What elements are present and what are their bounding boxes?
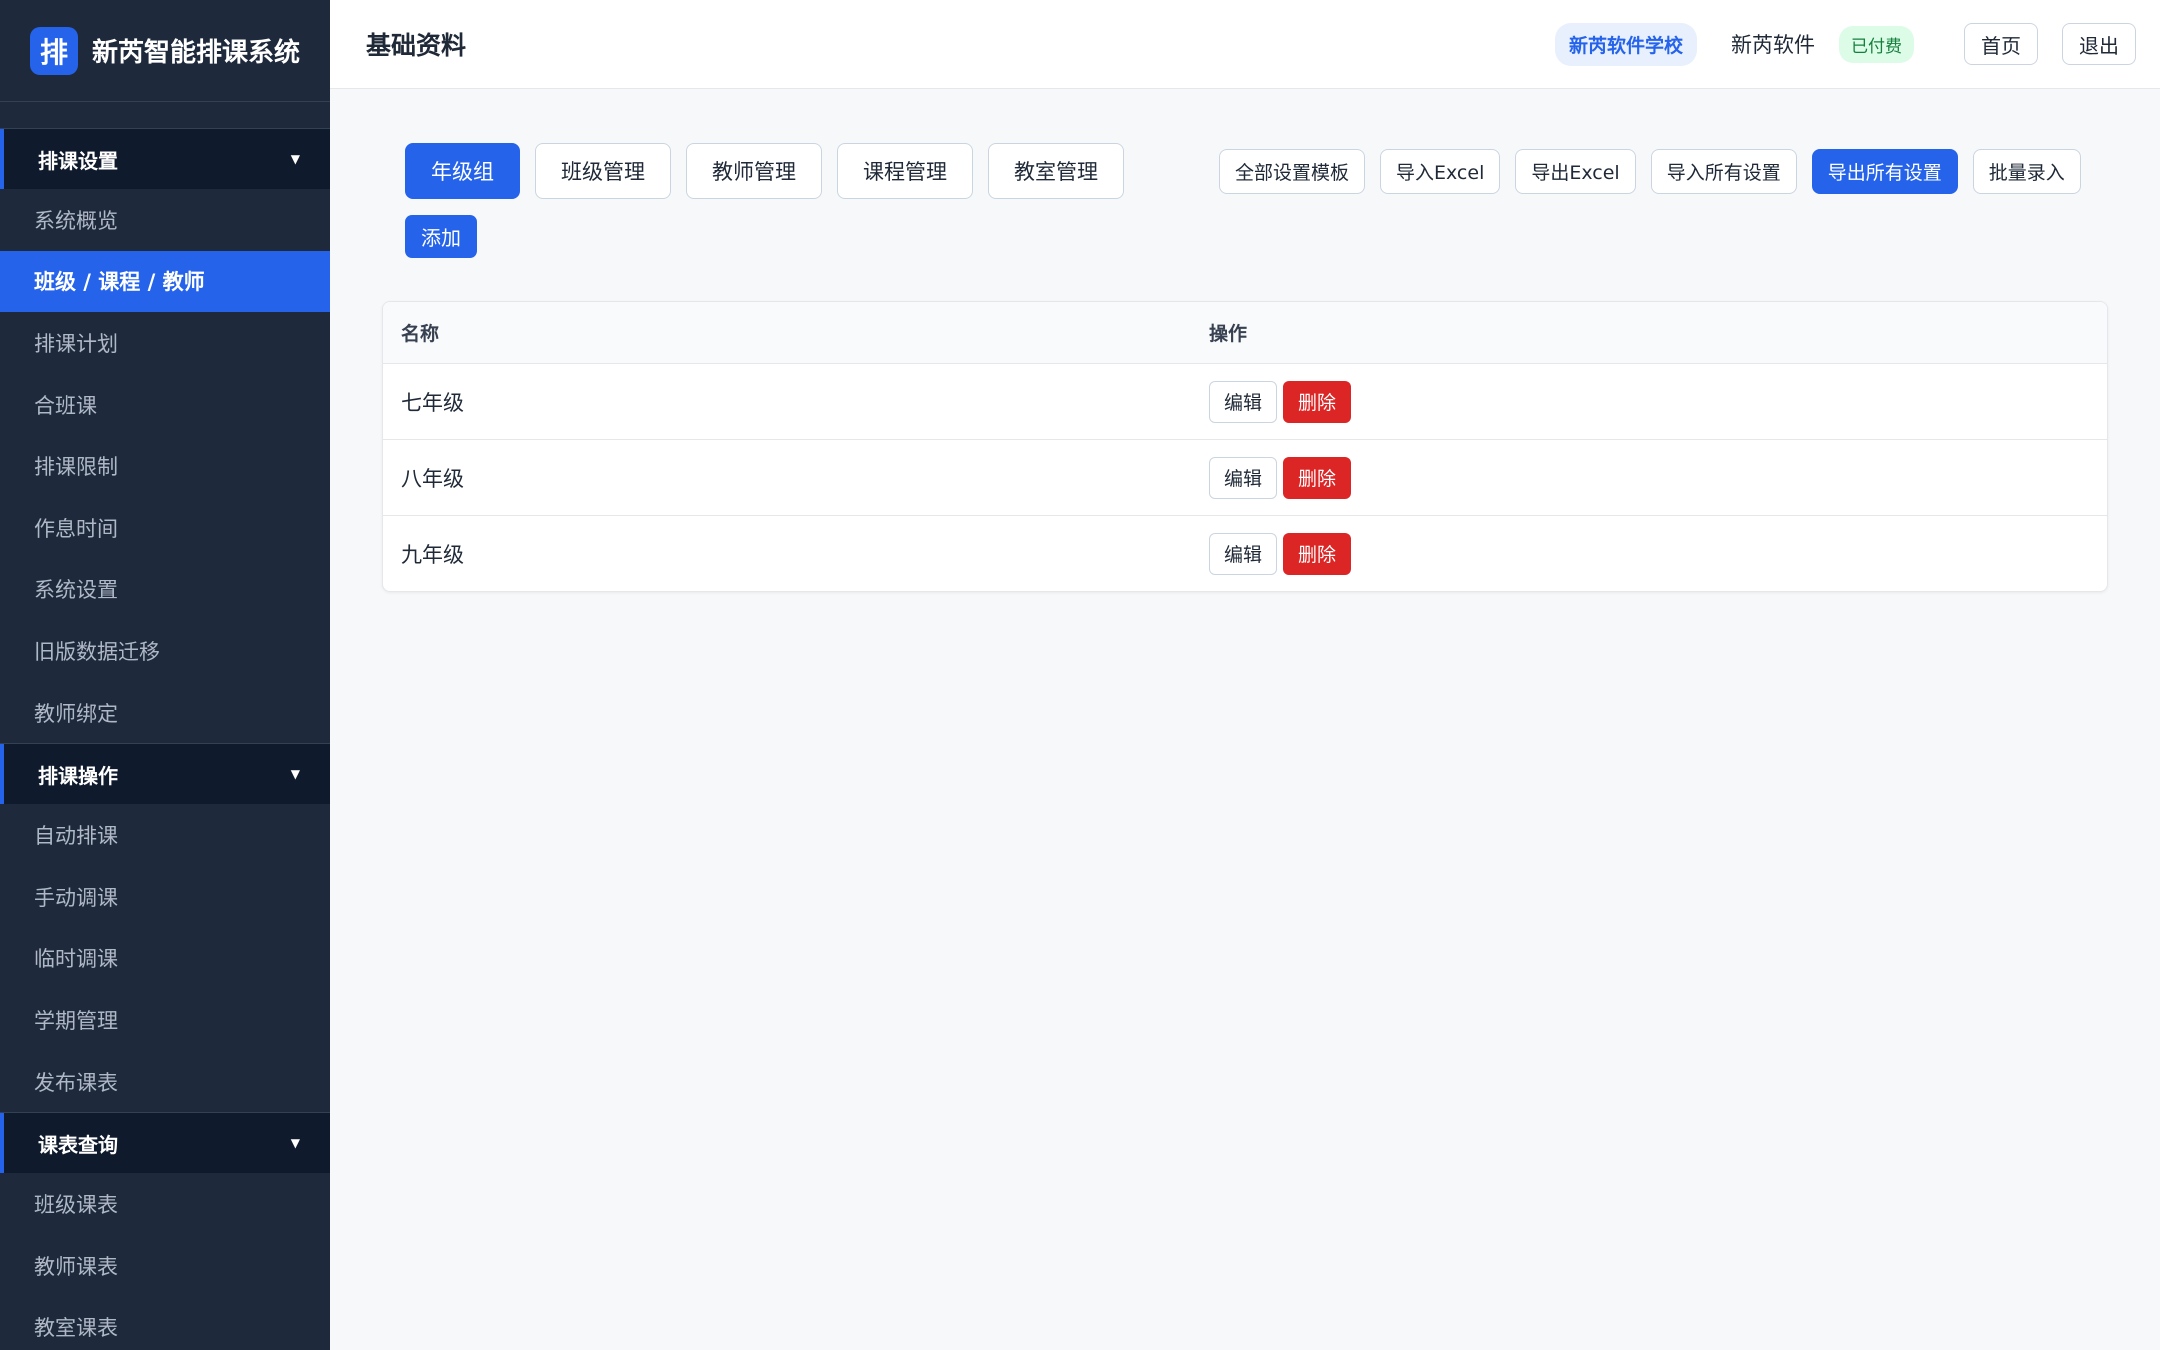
column-header-name: 名称 — [401, 323, 440, 345]
caret-down-icon: ▼ — [290, 1136, 300, 1151]
sidebar-section-timetable-query[interactable]: 课表查询 ▼ — [0, 1113, 330, 1174]
delete-button[interactable]: 删除 — [1283, 380, 1352, 423]
sidebar-item-overview[interactable]: 系统概览 — [0, 189, 330, 251]
grade-name-cell: 八年级 — [401, 466, 464, 491]
user-name: 新芮软件 — [1731, 33, 1815, 57]
import-all-settings-button[interactable]: 导入所有设置 — [1650, 149, 1797, 194]
top-header: 基础资料 新芮软件学校 新芮软件 已付费 首页 退出 — [330, 0, 2160, 89]
tab-teacher-management[interactable]: 教师管理 — [686, 143, 822, 199]
app-logo-icon: 排 — [30, 26, 78, 75]
table-row: 八年级 编辑 删除 — [383, 439, 2107, 515]
sidebar-item-combined-class[interactable]: 合班课 — [0, 374, 330, 436]
export-excel-button[interactable]: 导出Excel — [1515, 149, 1636, 194]
caret-down-icon: ▼ — [290, 767, 300, 782]
sidebar-item-temp-adjust[interactable]: 临时调课 — [0, 928, 330, 990]
sidebar-item-room-timetable[interactable]: 教室课表 — [0, 1297, 330, 1350]
app-title: 新芮智能排课系统 — [92, 38, 301, 68]
sidebar-item-class-course-teacher[interactable]: 班级 / 课程 / 教师 — [0, 250, 330, 313]
sidebar: 排 新芮智能排课系统 排课设置 ▼ 系统概览 班级 / 课程 / 教师 排课计划… — [0, 0, 330, 1350]
section-label: 排课操作 — [38, 763, 118, 788]
settings-template-button[interactable]: 全部设置模板 — [1219, 149, 1366, 194]
row-actions: 编辑 删除 — [1209, 456, 1352, 499]
export-all-settings-button[interactable]: 导出所有设置 — [1811, 149, 1958, 194]
tab-course-management[interactable]: 课程管理 — [837, 143, 973, 199]
import-excel-button[interactable]: 导入Excel — [1380, 149, 1501, 194]
sidebar-item-manual-adjust[interactable]: 手动调课 — [0, 866, 330, 928]
sidebar-item-publish[interactable]: 发布课表 — [0, 1051, 330, 1113]
tab-classroom-management[interactable]: 教室管理 — [988, 143, 1124, 199]
paid-status-badge: 已付费 — [1839, 25, 1914, 63]
home-button[interactable]: 首页 — [1964, 23, 2038, 65]
sidebar-item-auto-schedule[interactable]: 自动排课 — [0, 804, 330, 866]
tab-bar: 年级组 班级管理 教师管理 课程管理 教室管理 — [405, 143, 1139, 199]
main-content: 年级组 班级管理 教师管理 课程管理 教室管理 全部设置模板 导入Excel 导… — [330, 90, 2160, 1350]
sidebar-item-schedule-plan[interactable]: 排课计划 — [0, 312, 330, 374]
logout-button[interactable]: 退出 — [2062, 23, 2136, 65]
row-actions: 编辑 删除 — [1209, 380, 1352, 423]
page-title: 基础资料 — [366, 31, 467, 60]
delete-button[interactable]: 删除 — [1283, 456, 1352, 499]
grade-name-cell: 七年级 — [401, 390, 464, 415]
caret-down-icon: ▼ — [290, 152, 300, 166]
table-header-row: 名称 操作 — [383, 302, 2107, 363]
sidebar-item-semester[interactable]: 学期管理 — [0, 989, 330, 1051]
sidebar-item-teacher-timetable[interactable]: 教师课表 — [0, 1235, 330, 1297]
school-badge: 新芮软件学校 — [1554, 22, 1697, 66]
sidebar-item-timetable-hours[interactable]: 作息时间 — [0, 497, 330, 559]
tab-grade-group[interactable]: 年级组 — [405, 143, 520, 199]
header-right: 新芮软件学校 新芮软件 已付费 首页 退出 — [1554, 22, 2136, 66]
edit-button[interactable]: 编辑 — [1209, 456, 1278, 499]
sidebar-item-data-migration[interactable]: 旧版数据迁移 — [0, 620, 330, 682]
sidebar-section-scheduling-ops[interactable]: 排课操作 ▼ — [0, 744, 330, 805]
tab-class-management[interactable]: 班级管理 — [535, 143, 671, 199]
sidebar-section-scheduling-settings[interactable]: 排课设置 ▼ — [0, 129, 330, 189]
action-toolbar: 全部设置模板 导入Excel 导出Excel 导入所有设置 导出所有设置 批量录… — [1219, 149, 2096, 194]
table-row: 七年级 编辑 删除 — [383, 363, 2107, 439]
sidebar-item-class-timetable[interactable]: 班级课表 — [0, 1173, 330, 1235]
column-header-actions: 操作 — [1209, 323, 1248, 345]
grade-table: 名称 操作 七年级 编辑 删除 八年级 编辑 删除 九年级 编辑 删除 — [382, 301, 2108, 592]
edit-button[interactable]: 编辑 — [1209, 532, 1278, 575]
add-button[interactable]: 添加 — [405, 215, 477, 258]
table-row: 九年级 编辑 删除 — [383, 515, 2107, 591]
edit-button[interactable]: 编辑 — [1209, 380, 1278, 423]
section-label: 课表查询 — [38, 1132, 118, 1157]
row-actions: 编辑 删除 — [1209, 532, 1352, 575]
section-label: 排课设置 — [38, 148, 118, 173]
delete-button[interactable]: 删除 — [1283, 532, 1352, 575]
batch-entry-button[interactable]: 批量录入 — [1972, 149, 2081, 194]
grade-name-cell: 九年级 — [401, 542, 464, 567]
sidebar-item-system-settings[interactable]: 系统设置 — [0, 559, 330, 621]
sidebar-item-restrictions[interactable]: 排课限制 — [0, 435, 330, 497]
brand: 排 新芮智能排课系统 — [0, 0, 330, 102]
sidebar-item-teacher-binding[interactable]: 教师绑定 — [0, 682, 330, 744]
